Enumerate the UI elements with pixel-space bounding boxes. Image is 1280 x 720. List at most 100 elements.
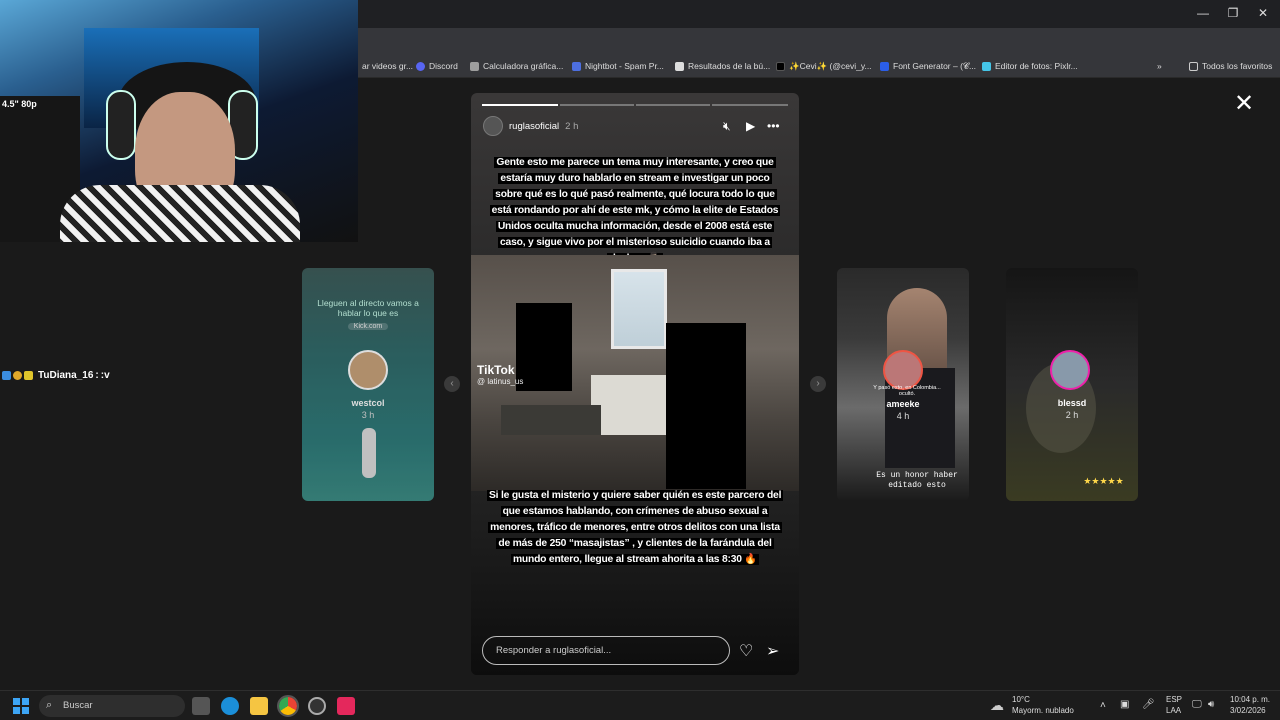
story-video-frame: TikTok @ latinus_us	[471, 255, 799, 491]
close-viewer-icon[interactable]: ✕	[1234, 92, 1254, 116]
more-options-icon[interactable]: •••	[767, 119, 780, 133]
tiktok-label: TikTok	[477, 363, 515, 377]
taskbar-search[interactable]: ⌕ Buscar	[39, 695, 185, 717]
story-progress-segment-4	[712, 104, 788, 106]
story-progress-segment-3	[636, 104, 710, 106]
bookmark-item-5[interactable]: ✨Cevi✨ (@cevi_y...	[776, 61, 872, 72]
microphone-icon[interactable]: 🎤︎	[1142, 699, 1155, 710]
restore-icon[interactable]: ❐	[1218, 6, 1248, 20]
chat-badge-icon	[24, 371, 33, 380]
mute-icon[interactable]: 🔇︎	[723, 119, 731, 134]
discord-icon	[416, 61, 425, 71]
language-primary[interactable]: ESP	[1166, 695, 1182, 704]
chat-badge-icon	[13, 371, 22, 380]
story-thumb-overlay-text: Lleguen al directo vamos a hablar lo que…	[317, 298, 419, 318]
play-icon[interactable]: ▶	[746, 119, 755, 133]
story-viewer: ruglasoficial 2 h 🔇︎ ▶ ••• Gente esto me…	[471, 93, 799, 675]
story-progress-segment-1	[482, 104, 558, 106]
bookmark-item-1[interactable]: Discord	[416, 61, 458, 71]
bookmarks-overflow-icon[interactable]: »	[1157, 61, 1162, 71]
task-view-icon[interactable]	[192, 697, 210, 715]
tiktok-watermark: TikTok @ latinus_us	[477, 363, 523, 386]
tiktok-app-icon[interactable]	[337, 697, 355, 715]
story-thumb-time: 4 h	[896, 411, 910, 421]
edge-icon[interactable]	[221, 697, 239, 715]
story-thumb-sticker: Y pasó esto, en Colombia... ocultó.	[873, 385, 941, 397]
story-thumb-westcol[interactable]: Lleguen al directo vamos a hablar lo que…	[302, 268, 434, 501]
windows-taskbar: ⌕ Buscar ☁ 10°C Mayorm. nublado ˄ ▣ 🎤︎ E…	[0, 690, 1280, 720]
bookmark-item-3[interactable]: Nightbot - Spam Pr...	[572, 61, 664, 71]
language-secondary[interactable]: LAA	[1166, 706, 1181, 715]
like-heart-icon[interactable]: ♡	[739, 641, 753, 661]
tray-app-icon[interactable]: ▣	[1120, 699, 1129, 710]
chat-text: :v	[100, 370, 110, 381]
story-thumb-name: westcol	[351, 398, 385, 408]
story-thumb-blessd[interactable]: blessd 2 h ★★★★★	[1006, 268, 1138, 501]
bookmark-item-6[interactable]: Font Generator – (𝓒...	[880, 61, 976, 72]
next-story-arrow-icon[interactable]: ›	[810, 376, 826, 392]
kitchen-cabinet	[591, 375, 671, 435]
story-username[interactable]: ruglasoficial	[509, 121, 559, 132]
avatar	[348, 350, 388, 390]
clock-time[interactable]: 10:04 p. m.	[1230, 695, 1270, 704]
bookmark-item-4[interactable]: Resultados de la bú...	[675, 61, 770, 71]
chat-username: TuDiana_16	[38, 370, 94, 381]
story-thumb-ameeke[interactable]: Y pasó esto, en Colombia... ocultó. amee…	[837, 268, 969, 501]
weather-desc: Mayorm. nublado	[1012, 706, 1074, 715]
tray-chevron-icon[interactable]: ˄	[1100, 700, 1106, 711]
prev-story-arrow-icon[interactable]: ‹	[444, 376, 460, 392]
webcam-screen-text: 4.5" 80p	[2, 99, 37, 109]
story-thumb-time: 3 h	[361, 410, 375, 420]
story-caption-top: Gente esto me parece un tema muy interes…	[487, 155, 783, 267]
calculator-icon	[470, 61, 479, 71]
close-window-icon[interactable]: ✕	[1248, 6, 1278, 20]
player-figure	[362, 428, 376, 478]
story-thumb-name: blessd	[1057, 398, 1087, 408]
kitchen-counter	[501, 405, 601, 435]
redaction-box	[666, 323, 746, 489]
reply-input[interactable]: Responder a ruglasoficial...	[482, 636, 730, 665]
story-thumb-watermark: Kick.com	[348, 323, 388, 330]
chat-separator: :	[95, 370, 99, 381]
story-progress-segment-2	[560, 104, 634, 106]
avatar	[483, 116, 503, 136]
font-generator-icon	[880, 62, 889, 71]
folder-icon	[1189, 61, 1198, 71]
story-thumb-time: 2 h	[1065, 410, 1079, 420]
chat-badge-icon	[2, 371, 11, 380]
obs-icon[interactable]	[308, 697, 326, 715]
weather-cloud-icon[interactable]: ☁	[990, 697, 1004, 714]
star-rating: ★★★★★	[1083, 476, 1124, 486]
network-icon[interactable]: 🖵︎	[1192, 699, 1202, 710]
avatar	[883, 350, 923, 390]
chat-message: TuDiana_16 : :v	[2, 370, 110, 381]
streamer-shirt	[60, 185, 300, 242]
search-icon: ⌕	[46, 699, 53, 711]
kitchen-window	[611, 269, 667, 349]
story-caption-bottom: Si le gusta el misterio y quiere saber q…	[487, 490, 784, 565]
tiktok-handle: @ latinus_us	[477, 377, 524, 386]
story-thumb-caption: Es un honor haber editado esto	[876, 471, 958, 490]
bookmark-item-0[interactable]: ar videos gr...	[362, 61, 413, 71]
headset-left	[106, 90, 136, 160]
chrome-icon[interactable]	[277, 695, 299, 717]
weather-temp: 10°C	[1012, 695, 1030, 704]
story-header[interactable]: ruglasoficial 2 h	[483, 116, 578, 136]
volume-icon[interactable]: 🔊︎	[1208, 699, 1214, 710]
clock-date[interactable]: 3/02/2026	[1230, 706, 1266, 715]
redaction-box	[516, 303, 572, 391]
bookmark-item-2[interactable]: Calculadora gráfica...	[470, 61, 563, 71]
search-result-icon	[675, 61, 684, 71]
send-icon[interactable]: ➢	[766, 641, 779, 661]
bookmark-item-7[interactable]: Editor de fotos: Pixlr...	[982, 61, 1078, 71]
story-thumb-name: ameeke	[886, 399, 920, 409]
all-bookmarks-button[interactable]: Todos los favoritos	[1189, 61, 1272, 71]
tiktok-icon	[776, 62, 785, 71]
avatar	[1050, 350, 1090, 390]
nightbot-icon	[572, 61, 581, 71]
minimize-icon[interactable]: —	[1188, 6, 1218, 20]
story-time: 2 h	[565, 120, 579, 132]
windows-start-icon[interactable]	[13, 698, 29, 714]
file-explorer-icon[interactable]	[250, 697, 268, 715]
webcam-overlay: 4.5" 80p	[0, 0, 358, 242]
